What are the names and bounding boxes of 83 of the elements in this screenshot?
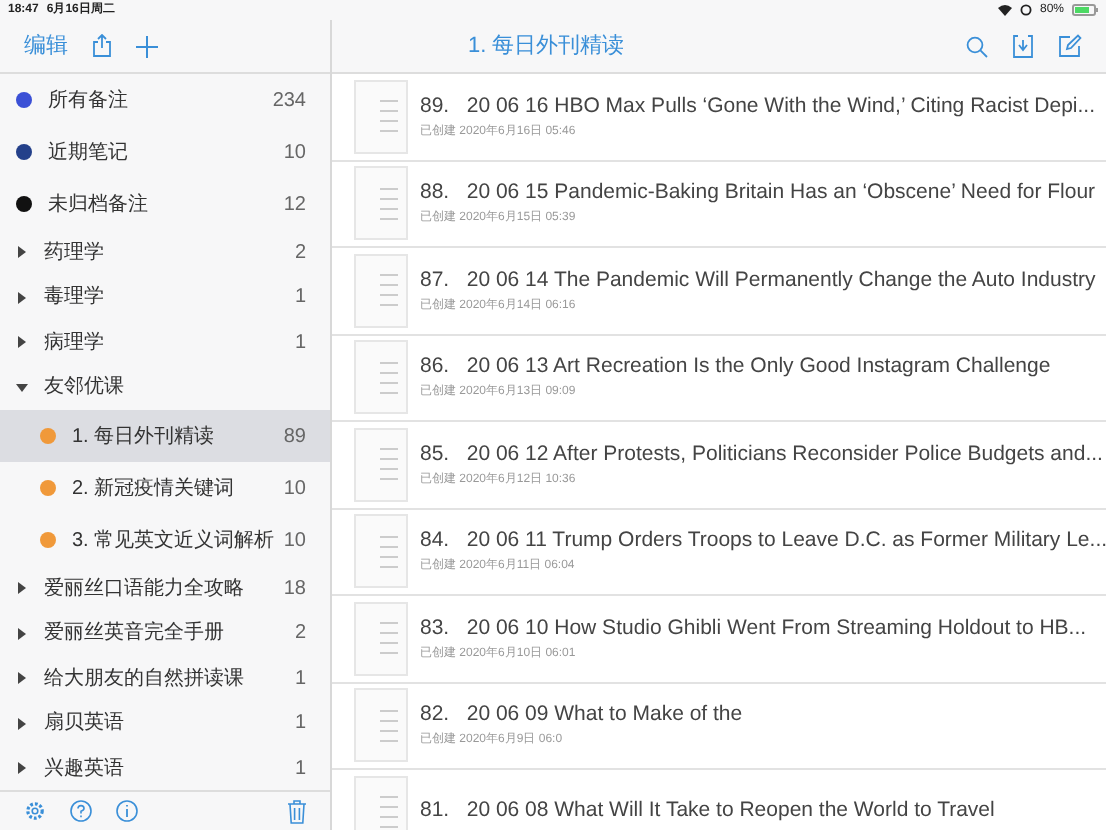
item-label: 毒理学 bbox=[44, 283, 104, 313]
item-count: 2 bbox=[294, 620, 306, 649]
note-title: 87. 20 06 14 The Pandemic Will Permanently Change the Auto Industry bbox=[420, 265, 1096, 296]
collapsed-triangle-icon[interactable] bbox=[16, 336, 28, 349]
item-label: 友邻优课 bbox=[44, 374, 124, 403]
item-label: 爱丽丝英音完全手册 bbox=[44, 619, 224, 649]
item-label: 2. 新冠疫情关键词 bbox=[72, 475, 235, 503]
sidebar-item[interactable]: 药理学 2 bbox=[0, 230, 330, 275]
export-icon[interactable] bbox=[1012, 34, 1034, 58]
collapsed-triangle-icon[interactable] bbox=[16, 717, 28, 730]
note-thumbnail bbox=[354, 688, 408, 763]
note-thumbnail bbox=[354, 340, 408, 415]
note-thumbnail bbox=[354, 601, 408, 676]
item-count: 1 bbox=[294, 665, 306, 694]
note-thumbnail bbox=[354, 427, 408, 502]
collapsed-triangle-icon[interactable] bbox=[16, 582, 28, 595]
note-thumbnail bbox=[354, 166, 408, 241]
item-count: 10 bbox=[283, 139, 306, 167]
note-thumbnail bbox=[354, 253, 408, 328]
note-title: 88. 20 06 15 Pandemic-Baking Britain Has an ‘Obscene’ Need for Flour bbox=[420, 178, 1096, 209]
sidebar-item[interactable]: 扇贝英语 1 bbox=[0, 701, 330, 746]
sidebar-item[interactable]: 给大朋友的自然拼读课 1 bbox=[0, 656, 330, 701]
help-icon[interactable] bbox=[70, 800, 92, 822]
item-label: 病理学 bbox=[44, 329, 104, 358]
sidebar-item[interactable]: 近期笔记 10 bbox=[0, 126, 330, 178]
item-count: 18 bbox=[283, 575, 306, 604]
collapsed-triangle-icon[interactable] bbox=[16, 291, 28, 304]
note-title: 89. 20 06 16 HBO Max Pulls ‘Gone With the Wind,’ Citing Racist Depi... bbox=[420, 91, 1096, 122]
sidebar-item[interactable]: 兴趣英语 1 bbox=[0, 746, 330, 790]
item-count: 234 bbox=[272, 87, 306, 115]
item-count: 2 bbox=[294, 239, 306, 268]
item-label: 兴趣英语 bbox=[44, 755, 124, 784]
share-icon[interactable] bbox=[92, 34, 112, 58]
item-count: 1 bbox=[294, 710, 306, 739]
note-title: 86. 20 06 13 Art Recreation Is the Only Good Instagram Challenge bbox=[420, 352, 1051, 383]
item-count: 1 bbox=[294, 284, 306, 313]
item-label: 近期笔记 bbox=[48, 139, 128, 167]
item-count: 89 bbox=[283, 423, 306, 451]
note-title: 82. 20 06 09 What to Make of the bbox=[420, 700, 743, 731]
note-thumbnail bbox=[354, 514, 408, 589]
collapsed-triangle-icon[interactable] bbox=[16, 672, 28, 685]
sidebar-item[interactable]: 病理学 1 bbox=[0, 320, 330, 365]
sidebar-item[interactable]: 爱丽丝口语能力全攻略 18 bbox=[0, 566, 330, 611]
sidebar-item[interactable]: 毒理学 1 bbox=[0, 275, 330, 320]
plus-icon[interactable] bbox=[136, 35, 158, 57]
item-label: 给大朋友的自然拼读课 bbox=[44, 665, 244, 694]
item-count: 10 bbox=[283, 527, 306, 555]
note-title: 83. 20 06 10 How Studio Ghibli Went From Streaming Holdout to HB... bbox=[420, 613, 1087, 644]
note-title: 81. 20 06 08 What Will It Take to Reopen the World to Travel bbox=[420, 796, 995, 827]
item-count: 1 bbox=[294, 329, 306, 358]
note-title: 85. 20 06 12 After Protests, Politicians Reconsider Police Budgets and... bbox=[420, 439, 1103, 470]
search-icon[interactable] bbox=[966, 35, 988, 57]
sidebar-item[interactable]: 所有备注 234 bbox=[0, 74, 330, 126]
collapsed-triangle-icon[interactable] bbox=[16, 762, 28, 775]
sidebar-item[interactable]: 2. 新冠疫情关键词 10 bbox=[0, 462, 330, 514]
item-label: 药理学 bbox=[44, 239, 104, 268]
item-label: 1. 每日外刊精读 bbox=[72, 423, 215, 451]
sidebar-item[interactable]: 爱丽丝英音完全手册 2 bbox=[0, 611, 330, 656]
collapsed-triangle-icon[interactable] bbox=[16, 246, 28, 259]
battery-icon bbox=[1072, 4, 1098, 16]
item-count: 10 bbox=[283, 475, 306, 503]
expanded-triangle-icon[interactable] bbox=[16, 381, 28, 394]
item-label: 所有备注 bbox=[48, 87, 128, 115]
wifi-icon bbox=[997, 4, 1012, 16]
item-count: 12 bbox=[283, 191, 306, 219]
compose-icon[interactable] bbox=[1058, 34, 1082, 58]
note-thumbnail bbox=[354, 79, 408, 154]
item-label: 扇贝英语 bbox=[44, 709, 124, 739]
sidebar-item[interactable]: 3. 常见英文近义词解析 10 bbox=[0, 514, 330, 566]
item-label: 3. 常见英文近义词解析 bbox=[72, 527, 275, 555]
trash-icon[interactable] bbox=[288, 799, 306, 823]
item-count: 1 bbox=[294, 755, 306, 784]
sidebar-item[interactable]: 友邻优课 bbox=[0, 365, 330, 410]
item-label: 爱丽丝口语能力全攻略 bbox=[44, 575, 244, 604]
note-title: 84. 20 06 11 Trump Orders Troops to Leave D.C. as Former Military Le... bbox=[420, 526, 1106, 557]
collapsed-triangle-icon[interactable] bbox=[16, 627, 28, 640]
sidebar-item[interactable]: 1. 每日外刊精读 89 bbox=[0, 410, 330, 462]
sidebar-item[interactable]: 未归档备注 12 bbox=[0, 178, 330, 230]
list-title: 1. 每日外刊精读 bbox=[468, 31, 625, 62]
item-label: 未归档备注 bbox=[48, 191, 148, 219]
settings-icon[interactable] bbox=[24, 800, 46, 822]
info-icon[interactable] bbox=[116, 800, 138, 822]
note-row[interactable]: 81. 20 06 08 What Will It Take to Reopen the World to Travel bbox=[332, 770, 1106, 830]
